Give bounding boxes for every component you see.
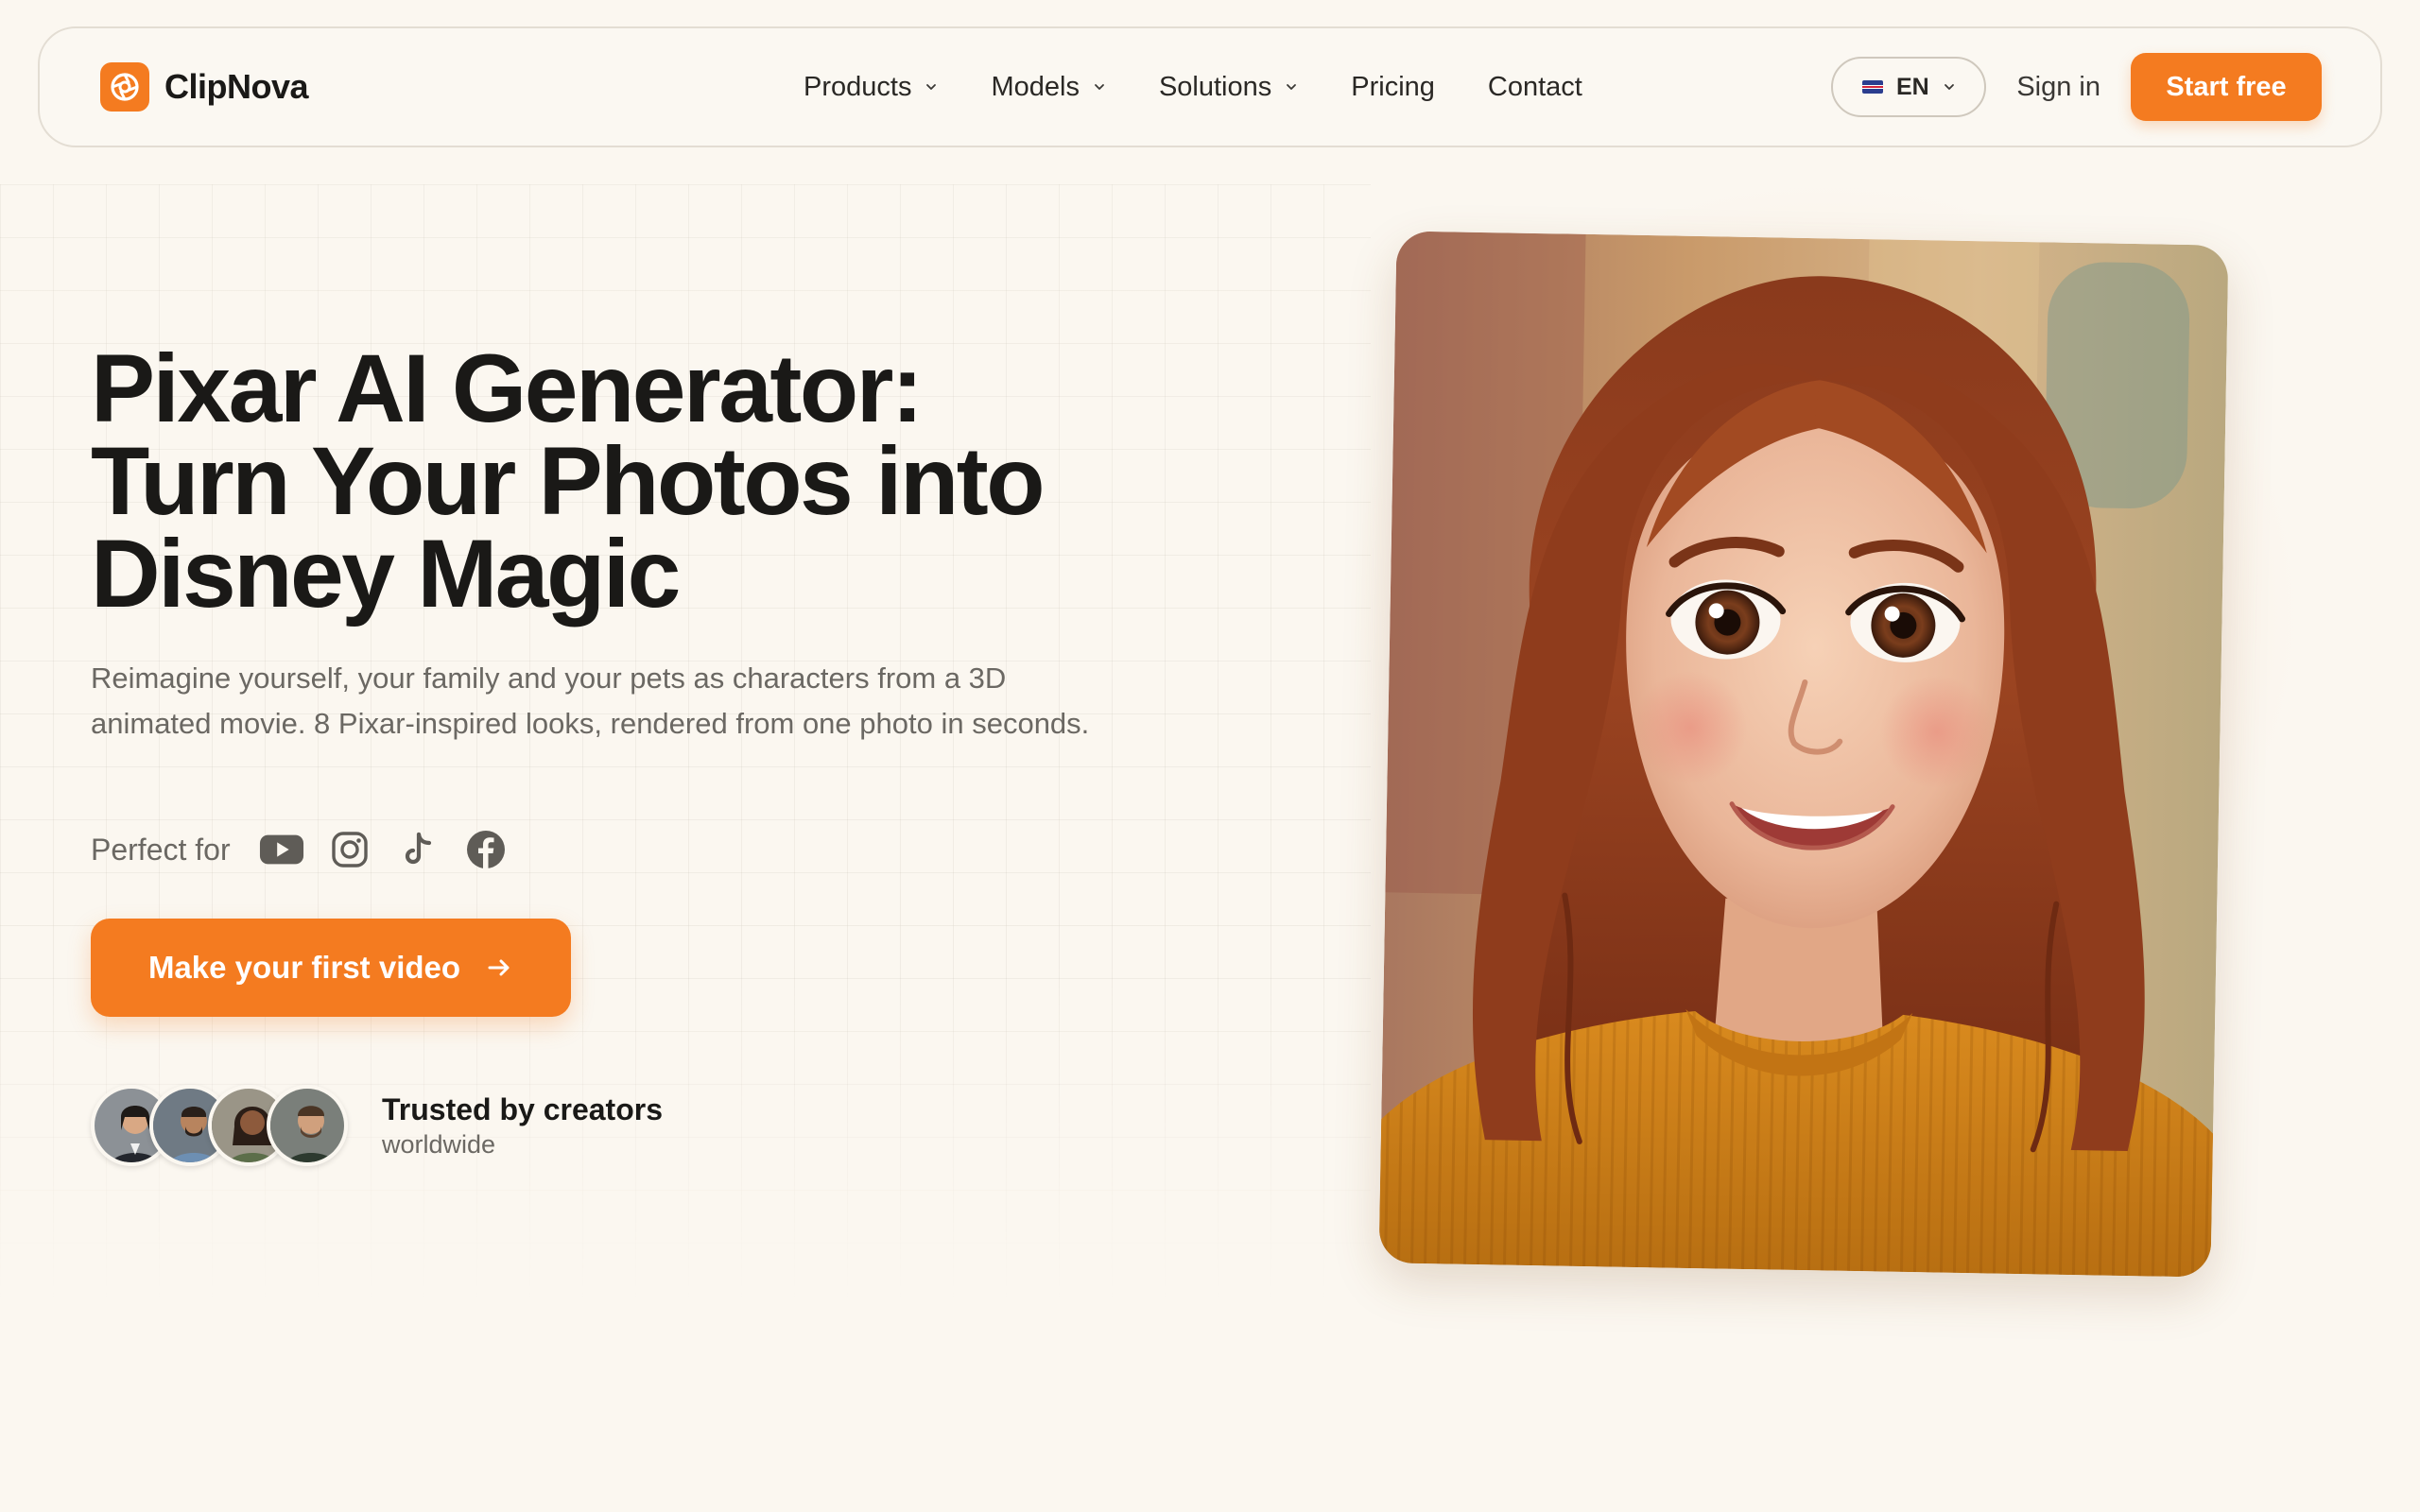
- aperture-icon: [100, 62, 149, 112]
- trust-title: Trusted by creators: [382, 1092, 663, 1126]
- nav-item-label: Solutions: [1158, 71, 1272, 102]
- chevron-down-icon: [926, 84, 937, 90]
- cta-label: Make your first video: [147, 950, 461, 985]
- nav-item-products[interactable]: Products: [804, 72, 938, 103]
- avatar-group: [91, 1085, 348, 1166]
- brand-name: ClipNova: [164, 67, 309, 106]
- nav-item-models[interactable]: Models: [991, 72, 1106, 103]
- nav-item-pricing[interactable]: Pricing: [1351, 72, 1435, 103]
- hero-title-line: Disney Magic: [91, 520, 681, 627]
- hero-title-line: Turn Your Photos into: [91, 427, 1046, 535]
- nav-item-label: Pricing: [1351, 71, 1435, 102]
- facebook-icon[interactable]: [463, 827, 509, 872]
- arrow-right-icon: [488, 959, 510, 976]
- trust-text: Trusted by creators worldwide: [382, 1091, 663, 1160]
- nav-item-label: Models: [991, 71, 1080, 102]
- chevron-down-icon: [1287, 84, 1297, 90]
- tiktok-icon[interactable]: [395, 827, 441, 872]
- hero-description: Reimagine yourself, your family and your…: [91, 662, 1090, 740]
- perfect-for-row: Perfect for: [91, 824, 531, 875]
- perfect-for-label: Perfect for: [91, 832, 231, 867]
- hero-portrait-image: [1378, 231, 2229, 1278]
- language-code: EN: [1895, 73, 1929, 100]
- top-navbar: ClipNova Products Models Solutions Prici…: [38, 26, 2382, 147]
- make-first-video-button[interactable]: Make your first video: [91, 919, 571, 1017]
- avatar: [267, 1085, 348, 1166]
- instagram-icon[interactable]: [327, 827, 372, 872]
- youtube-icon[interactable]: [259, 827, 304, 872]
- uk-flag-icon: [1861, 80, 1883, 94]
- trust-row: Trusted by creators worldwide: [91, 1085, 663, 1166]
- hero-title-line: Pixar AI Generator:: [91, 335, 924, 442]
- nav-item-label: Products: [804, 71, 912, 102]
- nav-item-contact[interactable]: Contact: [1488, 72, 1582, 103]
- hero-title: Pixar AI Generator: Turn Your Photos int…: [91, 335, 1131, 627]
- nav-actions: EN Sign in Start free: [1831, 53, 2322, 121]
- chevron-down-icon: [1944, 84, 1954, 90]
- main-nav: Products Models Solutions Pricing Contac…: [804, 28, 1635, 146]
- brand-logo-link[interactable]: ClipNova: [100, 62, 309, 112]
- language-selector[interactable]: EN: [1831, 57, 1987, 117]
- chevron-down-icon: [1095, 84, 1104, 90]
- start-free-button[interactable]: Start free: [2131, 53, 2322, 121]
- sign-in-link[interactable]: Sign in: [2016, 72, 2100, 103]
- trust-subtitle: worldwide: [382, 1130, 496, 1159]
- nav-item-solutions[interactable]: Solutions: [1159, 72, 1298, 103]
- nav-item-label: Contact: [1487, 71, 1582, 102]
